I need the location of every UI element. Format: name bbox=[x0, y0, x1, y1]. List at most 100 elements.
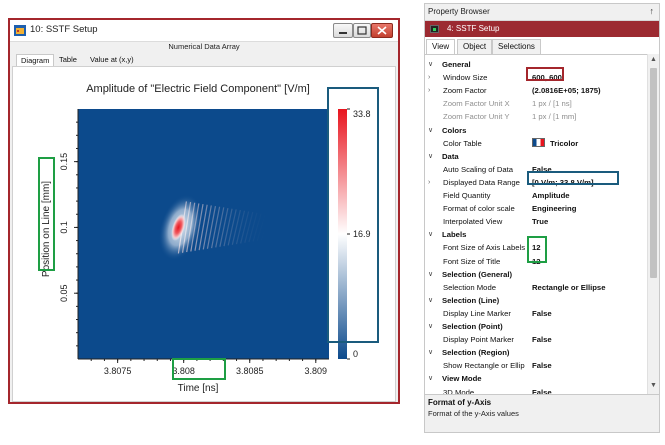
minimize-icon bbox=[339, 32, 347, 34]
property-name: Field Quantity bbox=[443, 191, 491, 200]
tricolor-swatch-icon bbox=[532, 137, 545, 147]
collapse-icon[interactable]: ∨ bbox=[428, 372, 433, 385]
property-name: Display Line Marker bbox=[443, 308, 511, 318]
property-value[interactable]: False bbox=[532, 333, 552, 346]
property-row[interactable]: Format of color scale Engineering bbox=[425, 202, 647, 215]
property-name: Selection (General) bbox=[442, 269, 513, 279]
colorbar-tick-label: 0 bbox=[353, 349, 358, 359]
property-row[interactable]: Selection Mode Rectangle or Ellipse bbox=[425, 281, 647, 294]
object-icon bbox=[430, 25, 439, 33]
scroll-up-icon[interactable]: ▲ bbox=[650, 56, 657, 63]
scroll-down-icon[interactable]: ▼ bbox=[650, 382, 657, 389]
maximize-button[interactable] bbox=[353, 23, 371, 38]
property-name: Selection (Point) bbox=[442, 322, 503, 331]
x-axis-label: Time [ns] bbox=[178, 383, 219, 394]
property-name: Show Rectangle or Ellip bbox=[443, 361, 525, 371]
color-table-name: Tricolor bbox=[550, 138, 579, 148]
category-row[interactable]: ∨ Data bbox=[425, 150, 647, 163]
expand-icon[interactable]: › bbox=[428, 71, 430, 84]
property-value[interactable]: Engineering bbox=[532, 202, 576, 215]
property-row[interactable]: Display Line Marker False bbox=[425, 307, 647, 320]
category-row[interactable]: ∨ View Mode bbox=[425, 372, 647, 385]
property-row[interactable]: Display Point Marker False bbox=[425, 333, 647, 346]
app-icon bbox=[14, 25, 26, 36]
property-name: Selection Mode bbox=[443, 282, 496, 292]
x-label-highlight bbox=[172, 358, 226, 380]
category-row[interactable]: ∨ Colors bbox=[425, 124, 647, 137]
category-row[interactable]: ∨ Selection (Point) bbox=[425, 320, 647, 333]
property-row[interactable]: Show Rectangle or Ellip False bbox=[425, 359, 647, 372]
collapse-icon[interactable]: ∨ bbox=[428, 294, 433, 307]
scrollbar-thumb[interactable] bbox=[650, 68, 657, 278]
property-name: Data bbox=[442, 151, 459, 161]
category-row[interactable]: ∨ Selection (Line) bbox=[425, 294, 647, 307]
collapse-icon[interactable]: ∨ bbox=[428, 150, 433, 163]
tab-view[interactable]: View bbox=[426, 39, 456, 54]
property-name: Selection (Line) bbox=[442, 295, 500, 305]
window-titlebar[interactable]: 10: SSTF Setup bbox=[10, 20, 398, 42]
property-value[interactable]: Rectangle or Ellipse bbox=[532, 281, 605, 294]
minimize-button[interactable] bbox=[333, 23, 353, 38]
property-name: 3D Mode bbox=[443, 387, 475, 395]
property-name: Zoom Factor Unit X bbox=[443, 99, 510, 109]
tab-object[interactable]: Object bbox=[457, 39, 493, 54]
property-value[interactable]: (2.0816E+05; 1875) bbox=[532, 84, 601, 97]
property-browser-header: Property Browser ↑ bbox=[425, 4, 659, 21]
tab-value-at-xy[interactable]: Value at (x,y) bbox=[86, 54, 138, 66]
selected-object-bar[interactable]: 4: SSTF Setup bbox=[425, 21, 659, 37]
property-grid-scrollbar[interactable]: ▲ ▼ bbox=[647, 54, 659, 394]
category-row[interactable]: ∨ Selection (General) bbox=[425, 268, 647, 281]
chart-title: Amplitude of "Electric Field Component" … bbox=[86, 83, 310, 95]
property-row[interactable]: Field Quantity Amplitude bbox=[425, 189, 647, 202]
property-value[interactable]: False bbox=[532, 386, 552, 395]
property-row[interactable]: 3D Mode False bbox=[425, 386, 647, 395]
collapse-icon[interactable]: ∨ bbox=[428, 346, 433, 359]
expand-icon[interactable]: › bbox=[428, 176, 430, 189]
expand-icon[interactable]: › bbox=[428, 84, 430, 97]
description-title: Format of y-Axis bbox=[428, 398, 492, 407]
data-range-highlight bbox=[527, 171, 619, 185]
maximize-icon bbox=[357, 26, 367, 35]
property-value[interactable]: Tricolor bbox=[532, 137, 578, 150]
property-value[interactable]: 1 px / [1 ns] bbox=[532, 97, 572, 110]
close-icon bbox=[377, 26, 387, 35]
collapse-icon[interactable]: ∨ bbox=[428, 124, 433, 137]
x-tick-label: 3.809 bbox=[305, 366, 328, 376]
collapse-icon[interactable]: ∨ bbox=[428, 268, 433, 281]
y-tick-label: 0.1 bbox=[59, 221, 69, 234]
property-description: Format of y-Axis Format of the y-Axis va… bbox=[425, 394, 659, 432]
property-value[interactable]: Amplitude bbox=[532, 189, 570, 202]
property-row[interactable]: Zoom Factor Unit X 1 px / [1 ns] bbox=[425, 97, 647, 110]
tab-table[interactable]: Table bbox=[55, 54, 81, 66]
x-tick-label: 3.8075 bbox=[104, 366, 132, 376]
property-value[interactable]: 1 px / [1 mm] bbox=[532, 110, 576, 123]
close-button[interactable] bbox=[371, 23, 393, 38]
x-tick-label: 3.8085 bbox=[236, 366, 264, 376]
property-name: Zoom Factor bbox=[443, 86, 487, 96]
property-name: Selection (Region) bbox=[442, 348, 510, 358]
property-name: Zoom Factor Unit Y bbox=[443, 112, 510, 122]
property-value[interactable]: True bbox=[532, 215, 548, 228]
collapse-icon[interactable]: ∨ bbox=[428, 320, 433, 333]
property-row[interactable]: Interpolated View True bbox=[425, 215, 647, 228]
tab-selections[interactable]: Selections bbox=[492, 39, 541, 54]
property-name: Display Point Marker bbox=[443, 335, 514, 345]
collapse-icon[interactable]: ∨ bbox=[428, 58, 433, 71]
property-row[interactable]: Color Table Tricolor bbox=[425, 137, 647, 150]
collapse-icon[interactable]: ∨ bbox=[428, 228, 433, 241]
property-value[interactable]: False bbox=[532, 307, 552, 320]
property-name: Color Table bbox=[443, 138, 482, 148]
pin-icon[interactable]: ↑ bbox=[650, 6, 655, 16]
property-name: Colors bbox=[442, 125, 467, 135]
property-value[interactable]: False bbox=[532, 359, 552, 372]
tab-diagram[interactable]: Diagram bbox=[16, 54, 55, 66]
selected-object-name: 4: SSTF Setup bbox=[447, 24, 500, 33]
window-title: 10: SSTF Setup bbox=[30, 24, 98, 35]
colorbar-highlight bbox=[327, 87, 379, 343]
property-browser-title: Property Browser bbox=[428, 7, 490, 16]
property-name: View Mode bbox=[442, 374, 482, 384]
category-row[interactable]: ∨ Selection (Region) bbox=[425, 346, 647, 359]
y-axis-ticks: 0.05 0.1 0.15 bbox=[59, 121, 78, 347]
property-row[interactable]: › Zoom Factor (2.0816E+05; 1875) bbox=[425, 84, 647, 97]
property-row[interactable]: Zoom Factor Unit Y 1 px / [1 mm] bbox=[425, 110, 647, 123]
